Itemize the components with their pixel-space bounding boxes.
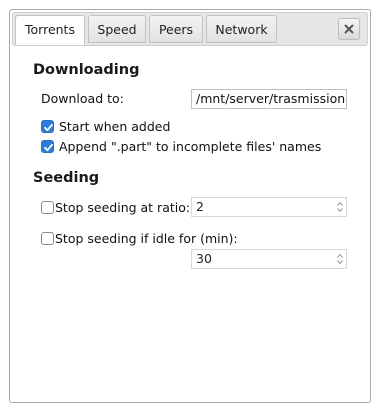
stop-ratio-value: 2 [196,199,204,214]
close-button[interactable] [338,18,360,40]
download-to-field[interactable]: /mnt/server/trasmission [191,89,347,109]
downloading-heading: Downloading [33,62,140,78]
stop-idle-input[interactable]: 30 [191,249,347,269]
stop-idle-label[interactable]: Stop seeding if idle for (min): [55,231,238,246]
stop-idle-value: 30 [196,251,212,266]
stop-ratio-input[interactable]: 2 [191,197,347,217]
tab-torrents[interactable]: Torrents [15,15,85,45]
preferences-dialog: Torrents Speed Peers Network Downloading… [9,9,371,403]
seeding-heading: Seeding [33,170,100,186]
append-part-checkbox[interactable] [41,140,54,153]
stop-ratio-checkbox[interactable] [41,201,54,214]
tab-peers[interactable]: Peers [149,15,203,43]
checkmark-icon [44,143,53,152]
spinner-arrows-icon[interactable] [336,252,344,266]
checkmark-icon [44,123,53,132]
stop-idle-checkbox[interactable] [41,232,54,245]
start-when-added-label[interactable]: Start when added [59,119,170,134]
spinner-arrows-icon[interactable] [336,200,344,214]
tab-bar: Torrents Speed Peers Network [12,12,368,46]
start-when-added-checkbox[interactable] [41,120,54,133]
tab-network[interactable]: Network [206,15,277,43]
download-to-label: Download to: [41,91,124,106]
close-x-icon [344,24,354,34]
tab-speed[interactable]: Speed [88,15,146,43]
append-part-label[interactable]: Append ".part" to incomplete files' name… [59,139,321,154]
stop-ratio-label[interactable]: Stop seeding at ratio: [55,200,190,215]
